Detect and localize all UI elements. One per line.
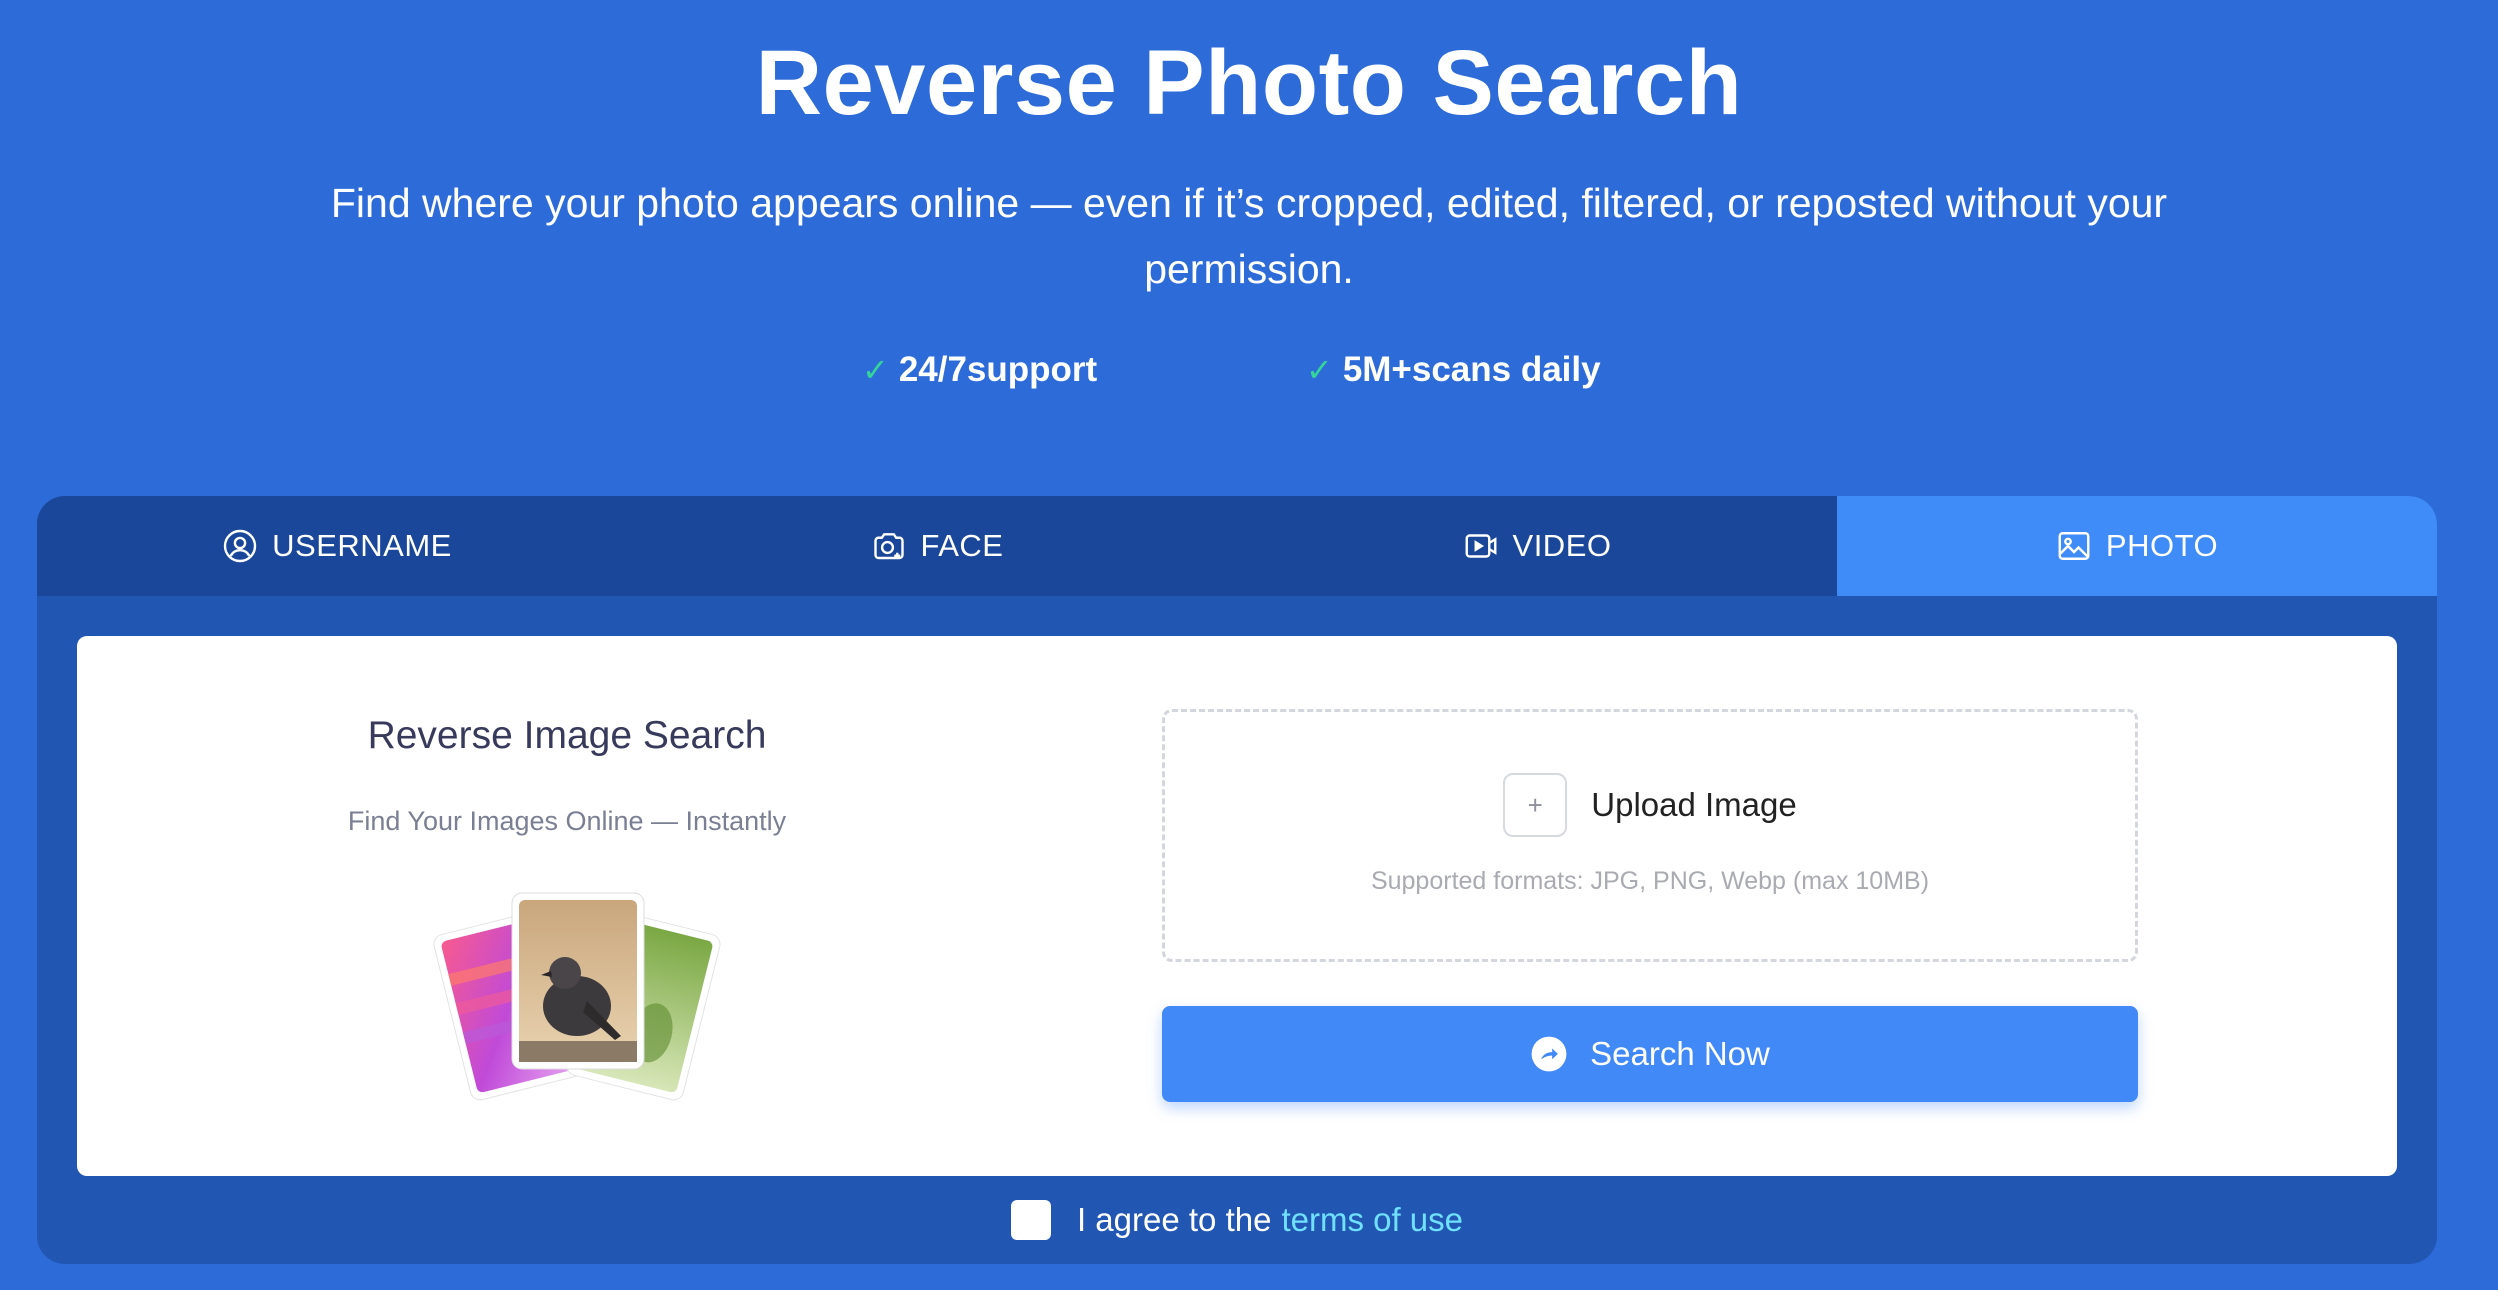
tab-label: USERNAME bbox=[272, 528, 452, 563]
search-now-button[interactable]: Search Now bbox=[1162, 1006, 2138, 1102]
upload-action[interactable]: + Upload Image bbox=[1165, 772, 2135, 838]
page-title: Reverse Photo Search bbox=[755, 32, 1743, 134]
tab-username[interactable]: USERNAME bbox=[37, 496, 637, 596]
user-circle-icon bbox=[223, 529, 257, 563]
tab-photo[interactable]: PHOTO bbox=[1837, 496, 2437, 596]
image-icon bbox=[2058, 532, 2090, 560]
supported-formats-text: Supported formats: JPG, PNG, Webp (max 1… bbox=[1370, 867, 1930, 895]
tab-video[interactable]: VIDEO bbox=[1237, 496, 1837, 596]
feature-label: 24/7support bbox=[898, 350, 1098, 389]
check-icon: ✓ bbox=[862, 352, 889, 388]
feature-scans: ✓ 5M+scans daily bbox=[1306, 345, 1601, 395]
plus-icon[interactable]: + bbox=[1503, 773, 1568, 837]
search-type-tabs: USERNAME FACE VIDEO PHOTO bbox=[37, 496, 2437, 596]
arrow-circle-icon bbox=[1531, 1036, 1567, 1072]
card-title: Reverse Image Search bbox=[367, 714, 767, 757]
search-panel: USERNAME FACE VIDEO PHOTO Reverse Image … bbox=[37, 496, 2437, 1264]
feature-support: ✓ 24/7support bbox=[862, 345, 1097, 395]
upload-label: Upload Image bbox=[1591, 786, 1797, 823]
tab-label: FACE bbox=[920, 528, 1004, 563]
agree-checkbox[interactable] bbox=[1010, 1200, 1051, 1240]
feature-label: 5M+scans daily bbox=[1342, 350, 1601, 389]
check-icon: ✓ bbox=[1306, 352, 1333, 388]
card-intro: Reverse Image Search Find Your Images On… bbox=[77, 636, 1057, 1176]
tab-label: VIDEO bbox=[1512, 528, 1612, 563]
upload-dropzone[interactable]: + Upload Image Supported formats: JPG, P… bbox=[1162, 709, 2138, 962]
camera-icon bbox=[873, 533, 904, 560]
page-subtitle: Find where your photo appears online — e… bbox=[330, 180, 2168, 292]
card-subtitle: Find Your Images Online — Instantly bbox=[347, 806, 787, 836]
search-now-label: Search Now bbox=[1590, 1035, 1770, 1072]
terms-agreement: I agree to the terms of use bbox=[37, 1196, 2437, 1244]
photos-stack-illustration bbox=[433, 892, 721, 1101]
search-card: Reverse Image Search Find Your Images On… bbox=[77, 636, 2397, 1176]
tab-face[interactable]: FACE bbox=[637, 496, 1237, 596]
video-icon bbox=[1465, 534, 1496, 558]
tab-label: PHOTO bbox=[2105, 528, 2219, 563]
terms-of-use-link[interactable]: terms of use bbox=[1281, 1201, 1463, 1239]
features-list: ✓ 24/7support ✓ 5M+scans daily bbox=[0, 345, 2498, 395]
agree-text: I agree to the bbox=[1076, 1201, 1272, 1238]
